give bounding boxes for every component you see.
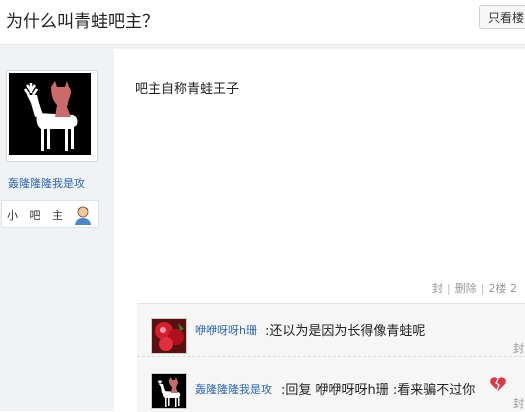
reply-avatar[interactable] (151, 373, 187, 409)
reply-item: 轰隆隆隆我是攻 :回复 咿咿呀呀h珊 :看来骗不过你 封 (137, 356, 525, 410)
role-badge: 小 吧 主 (1, 200, 99, 228)
delete-link[interactable]: 删除 (455, 282, 477, 295)
reply-avatar[interactable] (151, 318, 187, 354)
reply-text: 回复 咿咿呀呀h珊 :看来骗不过你 (285, 383, 476, 398)
reply-item: 咿咿呀呀h珊 :还以为是因为长得像青蛙呢 封 (137, 304, 525, 356)
reply-author[interactable]: 轰隆隆隆我是攻 (195, 381, 272, 397)
ban-link[interactable]: 封 (432, 282, 443, 295)
reply-ban-link[interactable]: 封 (513, 395, 524, 411)
author-name[interactable]: 轰隆隆隆我是攻 (8, 175, 85, 191)
post-meta: 封 | 删除 | 2楼 2 (432, 282, 517, 295)
post-date: 2 (509, 282, 517, 295)
reply-author[interactable]: 咿咿呀呀h珊 (195, 322, 257, 338)
only-author-button[interactable]: 只看楼主 (479, 5, 525, 29)
deer-avatar-image (152, 374, 186, 408)
thread-header: 为什么叫青蛙吧主？ 只看楼主 (0, 0, 525, 45)
floor-number: 2楼 (488, 282, 507, 295)
reply-ban-link[interactable]: 封 (513, 340, 524, 356)
post-content: 吧主自称青蛙王子 (135, 82, 240, 97)
reply-list: 咿咿呀呀h珊 :还以为是因为长得像青蛙呢 封 轰隆隆隆我是攻 :回复 咿咿呀呀h… (137, 303, 525, 412)
user-icon (72, 204, 94, 230)
flower-avatar-image (152, 319, 186, 353)
role-label: 小 吧 主 (7, 209, 67, 222)
deer-avatar-image (9, 73, 91, 155)
thread-title: 为什么叫青蛙吧主？ (6, 12, 159, 32)
broken-heart-icon (489, 375, 507, 397)
author-sidebar: 轰隆隆隆我是攻 小 吧 主 (0, 49, 114, 411)
author-avatar[interactable] (6, 70, 98, 162)
reply-text: 还以为是因为长得像青蛙呢 (269, 324, 426, 339)
